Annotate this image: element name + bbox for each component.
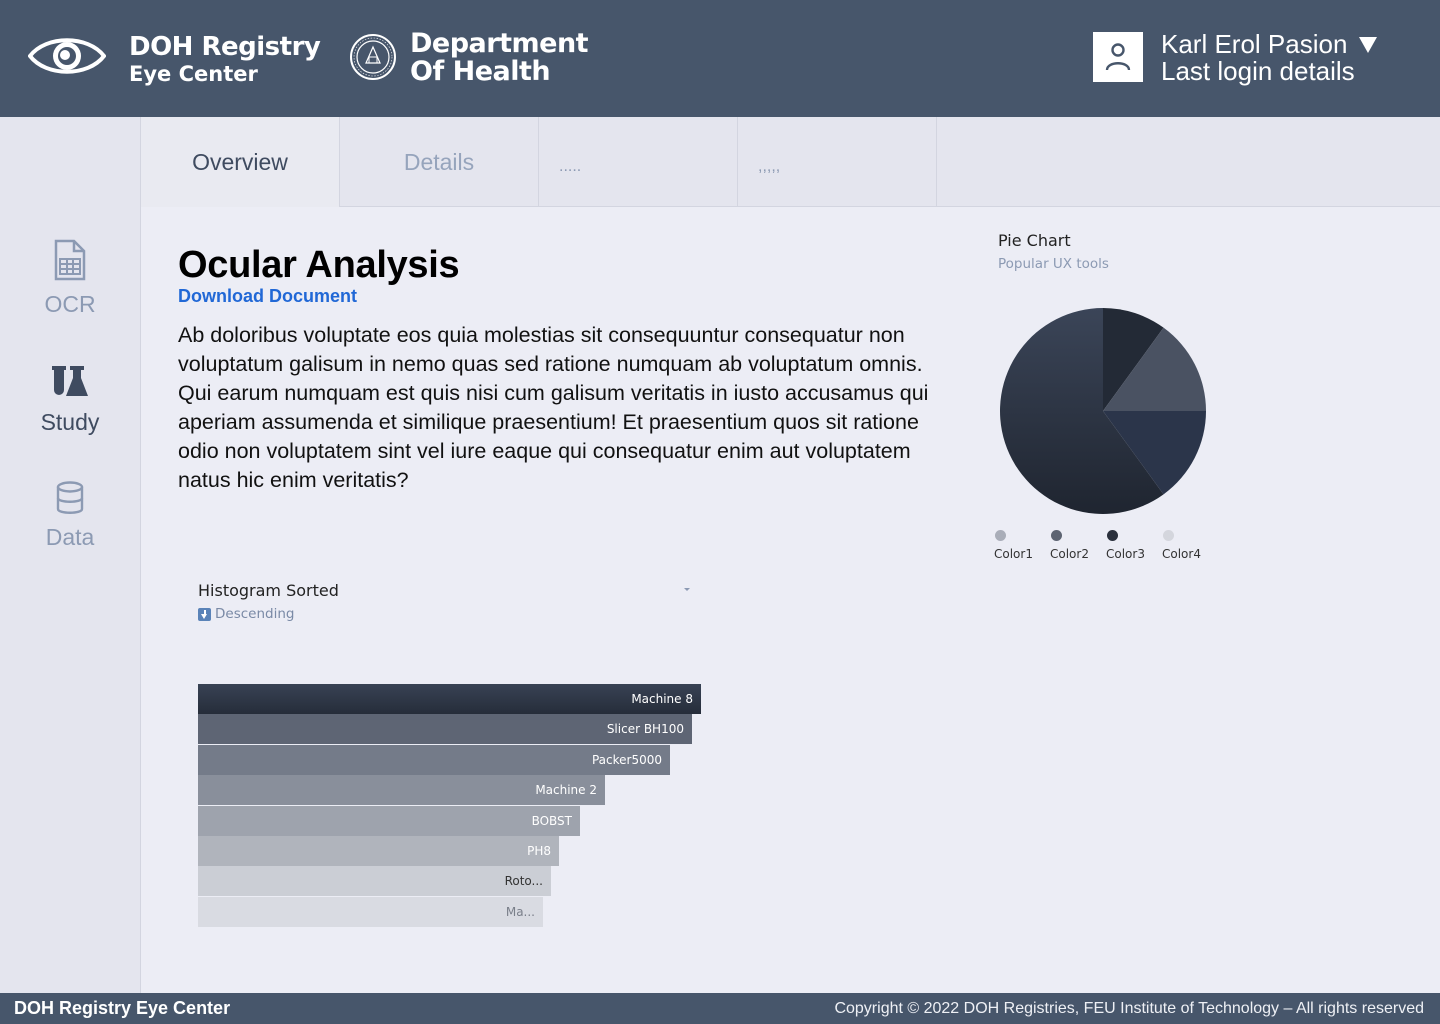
app-header: DOH Registry Eye Center Department Of He… xyxy=(0,0,1440,117)
legend-dot xyxy=(1107,530,1118,541)
bar-label: PH8 xyxy=(527,844,551,858)
document-table-icon xyxy=(54,239,86,281)
legend-item: Color4 xyxy=(1162,530,1218,561)
histogram-title: Histogram Sorted xyxy=(198,581,339,600)
sidebar-item-ocr[interactable]: OCR xyxy=(0,238,140,318)
sidebar-item-data[interactable]: Data xyxy=(0,481,140,551)
bar-label: Roto... xyxy=(504,874,543,889)
page-title: Ocular Analysis xyxy=(178,244,460,286)
histogram-bar[interactable]: Machine 8 xyxy=(198,684,701,714)
histogram-bar[interactable]: Roto... xyxy=(198,866,551,897)
user-avatar[interactable] xyxy=(1093,32,1143,82)
sidebar-item-label: OCR xyxy=(44,291,96,317)
footer-copyright: Copyright © 2022 DOH Registries, FEU Ins… xyxy=(834,1000,1424,1017)
bar-label: Packer5000 xyxy=(591,752,662,767)
pie-chart xyxy=(999,308,1206,514)
legend-dot xyxy=(995,530,1006,541)
legend-item: Color2 xyxy=(1050,530,1106,561)
eye-logo-icon xyxy=(28,38,106,74)
legend-label: Color1 xyxy=(994,547,1033,561)
legend-item: Color1 xyxy=(994,530,1050,561)
histogram-bar[interactable]: Slicer BH100 xyxy=(198,714,692,745)
tab-placeholder-2[interactable]: ,,,,, xyxy=(738,117,937,207)
legend-label: Color2 xyxy=(1050,547,1089,561)
sidebar: OCR Study Data xyxy=(0,117,141,993)
bar-label: Ma... xyxy=(505,904,535,919)
bar-label: Machine 8 xyxy=(631,692,693,706)
pie-chart-subtitle: Popular UX tools xyxy=(998,256,1109,272)
sort-label: Descending xyxy=(215,606,295,622)
last-login-link[interactable]: Last login details xyxy=(1161,58,1377,85)
sidebar-item-label: Study xyxy=(40,409,100,435)
sort-descending-icon xyxy=(198,607,211,621)
user-menu[interactable]: Karl Erol Pasion Last login details xyxy=(1161,29,1378,85)
pie-chart-title: Pie Chart xyxy=(998,231,1071,250)
download-document-link[interactable]: Download Document xyxy=(178,286,357,307)
doh-seal-icon xyxy=(350,34,396,80)
bar-label: Slicer BH100 xyxy=(606,722,684,737)
user-icon xyxy=(1105,43,1131,71)
tab-details[interactable]: Details xyxy=(340,117,539,207)
bar-label: BOBST xyxy=(531,813,572,828)
legend-label: Color4 xyxy=(1162,547,1201,561)
brand-name: DOH Registry Eye Center xyxy=(129,32,321,86)
legend-dot xyxy=(1163,530,1174,541)
histogram-bar[interactable]: Packer5000 xyxy=(198,744,670,775)
tab-overview[interactable]: Overview xyxy=(141,117,340,207)
sidebar-item-study[interactable]: Study xyxy=(0,364,140,436)
histogram-bar[interactable]: Machine 2 xyxy=(198,775,605,806)
histogram-bar[interactable]: Ma... xyxy=(198,896,543,927)
histogram-menu-dropdown[interactable] xyxy=(684,588,690,591)
tab-bar: Overview Details ..... ,,,,, xyxy=(141,117,1440,207)
legend-label: Color3 xyxy=(1106,547,1145,561)
department-name: Department Of Health xyxy=(410,28,589,87)
footer-brand: DOH Registry Eye Center xyxy=(14,998,231,1018)
sort-toggle[interactable]: Descending xyxy=(198,606,294,622)
description-text: Ab doloribus voluptate eos quia molestia… xyxy=(178,323,929,492)
sidebar-item-label: Data xyxy=(45,524,95,550)
caret-down-icon[interactable] xyxy=(1359,36,1378,53)
footer: DOH Registry Eye Center Copyright © 2022… xyxy=(0,993,1440,1024)
tab-placeholder-1[interactable]: ..... xyxy=(539,117,738,207)
database-icon xyxy=(56,481,84,514)
legend-dot xyxy=(1051,530,1062,541)
histogram-bar[interactable]: BOBST xyxy=(198,805,580,836)
legend-item: Color3 xyxy=(1106,530,1162,561)
flask-icon xyxy=(52,366,88,396)
histogram-bar[interactable]: PH8 xyxy=(198,836,559,866)
user-name: Karl Erol Pasion xyxy=(1161,29,1348,59)
bar-label: Machine 2 xyxy=(535,783,597,798)
